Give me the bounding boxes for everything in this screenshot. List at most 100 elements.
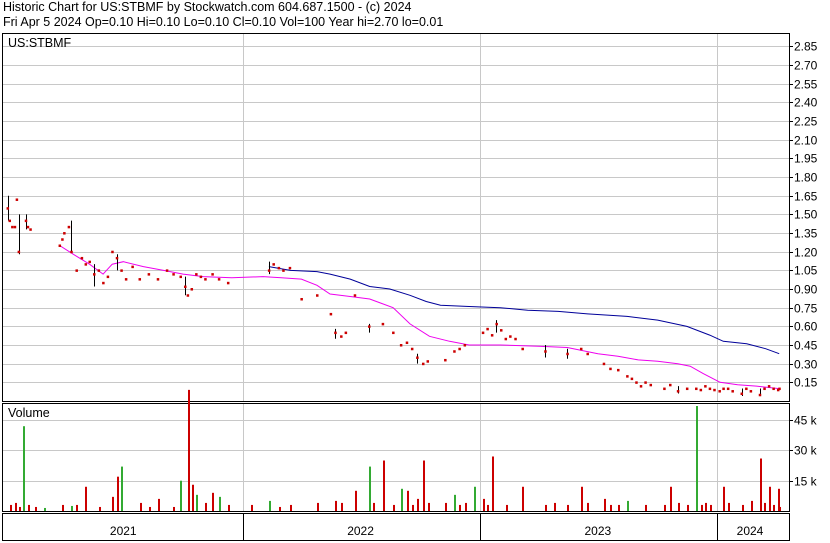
volume-bar	[228, 504, 230, 511]
price-point	[184, 285, 187, 289]
price-point	[195, 273, 198, 276]
volume-bar	[678, 502, 680, 511]
price-point	[282, 269, 285, 272]
symbol-label: US:STBMF	[8, 36, 72, 50]
volume-bar	[604, 498, 606, 511]
volume-bar	[10, 504, 12, 511]
price-tick-label: 1.35	[794, 227, 818, 241]
price-point	[426, 360, 430, 363]
volume-bar	[779, 506, 781, 511]
price-point	[602, 362, 606, 366]
volume-bar	[71, 505, 73, 511]
volume-bar	[554, 502, 556, 511]
price-point	[84, 263, 88, 266]
price-point	[521, 347, 524, 351]
volume-bar	[219, 496, 221, 511]
volume-bar	[23, 426, 25, 511]
price-point	[463, 344, 467, 347]
price-point	[368, 325, 371, 328]
volume-bar	[627, 500, 629, 511]
price-point	[179, 275, 182, 279]
price-point	[61, 238, 64, 241]
price-point	[316, 294, 319, 297]
price-point	[111, 250, 114, 254]
price-point	[138, 278, 142, 281]
price-point	[778, 387, 781, 391]
price-axis: 2.85 2.70 2.55 2.40 2.25 2.10 1.95 1.80 1.65 1.50…	[789, 40, 818, 390]
price-point	[120, 269, 123, 272]
volume-bar	[341, 502, 343, 511]
volume-bar	[567, 504, 569, 511]
volume-bar	[192, 484, 194, 511]
price-point	[186, 294, 190, 297]
price-tick-label: 1.20	[794, 246, 818, 260]
price-point	[644, 381, 647, 384]
price-point	[24, 219, 28, 223]
price-point	[676, 390, 680, 393]
volume-bar	[474, 486, 476, 511]
price-point	[745, 387, 748, 391]
chart-header: Historic Chart for US:STBMF by Stockwatc…	[3, 0, 443, 30]
volume-bar	[269, 500, 271, 511]
price-point	[17, 250, 21, 254]
volume-bar	[251, 504, 253, 511]
price-tick-label: 1.05	[794, 264, 818, 278]
price-point	[695, 387, 698, 391]
volume-bar	[465, 502, 467, 511]
volume-bar	[355, 490, 357, 511]
volume-bar	[705, 502, 707, 511]
price-point	[147, 273, 151, 276]
volume-bar	[506, 504, 508, 511]
price-point	[708, 387, 712, 391]
price-point	[749, 390, 753, 393]
price-point	[29, 228, 32, 231]
volume-bar	[492, 456, 494, 511]
price-point	[272, 263, 275, 266]
price-point	[490, 334, 494, 337]
price-point	[416, 356, 419, 359]
price-point	[13, 225, 17, 229]
stock-chart: 2.85 2.70 2.55 2.40 2.25 2.10 1.95 1.80 1.65 1.50…	[2, 33, 818, 541]
price-point	[204, 278, 207, 281]
price-point	[300, 297, 303, 301]
price-tick-label: 0.60	[794, 320, 818, 334]
price-tick-label: 1.95	[794, 152, 818, 166]
volume-bar	[487, 504, 489, 511]
volume-bar	[696, 406, 698, 511]
volume-bar	[545, 504, 547, 511]
price-point	[6, 207, 10, 210]
price-point	[340, 335, 343, 338]
volume-bar	[728, 502, 730, 511]
price-point	[410, 347, 414, 351]
price-point	[334, 331, 337, 335]
price-point	[190, 288, 194, 291]
year-label: 2023	[585, 524, 612, 538]
price-point	[381, 322, 385, 326]
volume-bar	[180, 480, 182, 511]
price-point	[106, 275, 110, 279]
volume-label: Volume	[8, 406, 50, 420]
price-point	[453, 350, 456, 353]
price-point	[718, 390, 721, 393]
price-point	[67, 225, 71, 229]
volume-bar	[373, 502, 375, 511]
volume-bar	[407, 490, 409, 511]
price-point	[88, 260, 91, 264]
volume-bar	[710, 504, 712, 511]
price-point	[15, 198, 19, 201]
year-label: 2024	[737, 524, 764, 538]
year-label: 2022	[347, 524, 374, 538]
volume-axis: 45 k 30 k 15 k	[789, 414, 818, 489]
price-point	[579, 347, 583, 351]
volume-bar	[44, 507, 46, 511]
price-point	[499, 329, 503, 332]
price-point	[329, 312, 333, 316]
price-point	[566, 352, 569, 356]
price-point	[217, 278, 221, 281]
price-tick-label: 0.90	[794, 283, 818, 297]
price-point	[75, 269, 78, 272]
price-tick-label: 1.65	[794, 190, 818, 204]
price-tick-label: 2.25	[794, 115, 818, 129]
price-tick-label: 2.55	[794, 78, 818, 92]
price-point	[58, 244, 62, 247]
